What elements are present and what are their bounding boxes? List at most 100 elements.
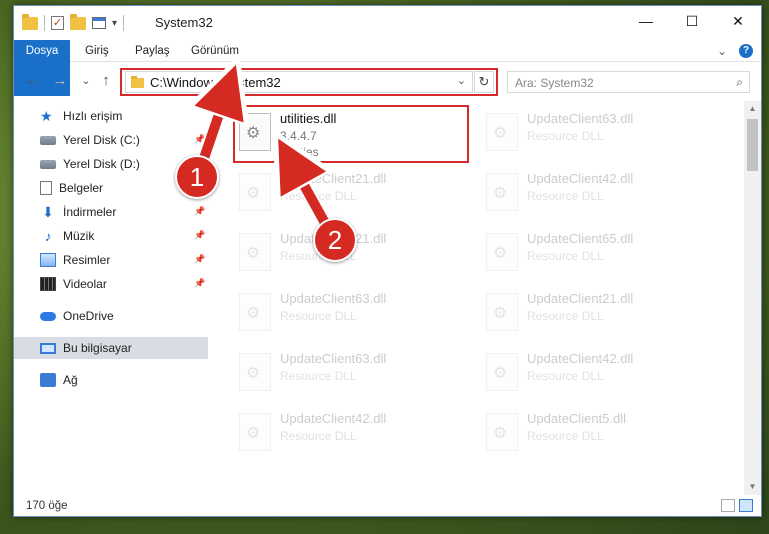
dll-file-icon [239, 173, 271, 211]
file-name: utilities.dll [280, 111, 337, 126]
address-bar[interactable]: C:\Windows\System32 ⌄ [125, 71, 473, 93]
file-type: Resource DLL [527, 429, 604, 443]
window-title: System32 [155, 15, 213, 30]
sidebar-item-onedrive[interactable]: OneDrive [14, 305, 208, 327]
file-type: Resource DLL [527, 309, 604, 323]
file-name: UpdateClient42.dll [280, 411, 387, 426]
quick-access-toolbar: ✓ ▾ [22, 13, 125, 31]
sidebar-item-pictures[interactable]: Resimler 📌 [14, 249, 208, 271]
file-item-utilities-dll[interactable]: utilities.dll 3.4.4.7 Utilities [235, 107, 465, 163]
sidebar-item-label: Müzik [63, 229, 95, 243]
file-type: Utilities [280, 145, 319, 159]
vertical-scrollbar[interactable]: ▲ ▼ [744, 101, 761, 495]
pictures-icon [40, 253, 56, 267]
file-list: utilities.dll 3.4.4.7 Utilities UpdateCl… [217, 101, 741, 486]
address-dropdown-icon[interactable]: ⌄ [457, 74, 466, 87]
search-placeholder: Ara: System32 [515, 76, 594, 90]
file-type: Resource DLL [280, 189, 357, 203]
file-type: Resource DLL [527, 369, 604, 383]
refresh-button[interactable]: ↻ [474, 71, 494, 93]
dll-file-icon [486, 413, 518, 451]
recent-locations-button[interactable]: ⌄ [76, 71, 96, 91]
file-item[interactable]: UpdateClient42.dll Resource DLL [482, 347, 712, 403]
sidebar-item-music[interactable]: ♪ Müzik 📌 [14, 225, 208, 247]
file-name: UpdateClient42.dll [527, 351, 634, 366]
minimize-button[interactable]: — [623, 6, 669, 36]
dll-file-icon [486, 113, 518, 151]
quick-access-dropdown-icon[interactable]: ▾ [112, 18, 117, 29]
title-bar: ✓ ▾ System32 — ☐ ✕ [14, 6, 761, 38]
file-item[interactable]: UpdateClient63.dll Resource DLL [482, 107, 712, 163]
new-folder-icon[interactable] [70, 13, 86, 30]
scroll-up-icon[interactable]: ▲ [744, 101, 761, 117]
navigation-pane: ★ Hızlı erişim Yerel Disk (C:) 📌 Yerel D… [14, 101, 208, 489]
pin-icon: 📌 [194, 230, 206, 240]
file-item[interactable]: UpdateClient5.dll Resource DLL [482, 407, 712, 463]
dll-file-icon [486, 353, 518, 391]
step-badge-2: 2 [313, 218, 357, 262]
scroll-down-icon[interactable]: ▼ [744, 479, 761, 495]
toolbar-divider [44, 15, 45, 31]
file-name: UpdateClient65.dll [527, 231, 634, 246]
dll-file-icon [486, 293, 518, 331]
file-item[interactable]: UpdateClient63.dll Resource DLL [235, 287, 465, 343]
large-icons-view-icon[interactable] [739, 499, 753, 512]
tab-view[interactable]: Görünüm [179, 40, 251, 62]
file-name: UpdateClient42.dll [527, 171, 634, 186]
sidebar-item-drive-c[interactable]: Yerel Disk (C:) 📌 [14, 129, 208, 151]
sidebar-item-network[interactable]: Ağ [14, 369, 208, 391]
sidebar-item-quick-access[interactable]: ★ Hızlı erişim [14, 105, 208, 127]
dll-file-icon [239, 293, 271, 331]
file-item[interactable]: UpdateClient65.dll Resource DLL [482, 227, 712, 283]
drive-icon [40, 159, 56, 169]
address-path: C:\Windows\System32 [150, 75, 281, 90]
file-item[interactable]: UpdateClient21.dll Resource DLL [235, 167, 465, 223]
help-icon[interactable]: ? [739, 44, 753, 58]
file-type: Resource DLL [527, 189, 604, 203]
pin-icon: 📌 [194, 254, 206, 264]
file-item[interactable]: UpdateClient21.dll Resource DLL [482, 287, 712, 343]
up-button[interactable]: ↑ [96, 71, 116, 91]
file-item[interactable]: UpdateClient42.dll Resource DLL [482, 167, 712, 223]
sidebar-item-label: Hızlı erişim [63, 109, 123, 123]
music-icon: ♪ [44, 228, 52, 244]
details-view-icon[interactable] [721, 499, 735, 512]
ribbon-tabs: Dosya Giriş Paylaş Görünüm ⌄ ? [14, 40, 761, 96]
folder-icon [131, 76, 144, 88]
search-input[interactable]: Ara: System32 ⌕ [507, 71, 750, 93]
status-bar: 170 öğe [14, 496, 761, 516]
file-name: UpdateClient63.dll [280, 291, 387, 306]
tab-home[interactable]: Giriş [73, 40, 121, 62]
sidebar-item-this-pc[interactable]: Bu bilgisayar [14, 337, 208, 359]
network-icon [40, 373, 56, 387]
file-version: 3.4.4.7 [280, 129, 317, 143]
this-pc-icon [40, 342, 56, 354]
forward-button[interactable]: → [50, 71, 70, 91]
scroll-thumb[interactable] [747, 119, 758, 171]
sidebar-item-label: Belgeler [59, 181, 104, 195]
file-explorer-window: ✓ ▾ System32 — ☐ ✕ Dosya Giriş Paylaş Gö… [13, 5, 762, 517]
sidebar-item-videos[interactable]: Videolar 📌 [14, 273, 208, 295]
customize-icon[interactable] [92, 17, 106, 29]
pin-icon: 📌 [194, 278, 206, 288]
navigation-bar: ← → ⌄ ↑ C:\Windows\System32 ⌄ ↻ Ara: Sys… [14, 65, 761, 97]
file-item[interactable]: UpdateClient42.dll Resource DLL [235, 407, 465, 463]
item-count: 170 öğe [26, 500, 68, 512]
tab-share[interactable]: Paylaş [123, 40, 182, 62]
onedrive-icon [40, 311, 56, 321]
sidebar-item-label: Ağ [63, 373, 78, 387]
file-name: UpdateClient63.dll [527, 111, 634, 126]
close-button[interactable]: ✕ [715, 6, 761, 36]
file-type: Resource DLL [280, 369, 357, 383]
file-item[interactable]: UpdateClient63.dll Resource DLL [235, 347, 465, 403]
file-type: Resource DLL [527, 129, 604, 143]
sidebar-item-downloads[interactable]: ⬇ İndirmeler 📌 [14, 201, 208, 223]
file-name: UpdateClient21.dll [527, 291, 634, 306]
documents-icon [40, 181, 52, 195]
properties-check-icon[interactable]: ✓ [51, 16, 64, 30]
search-icon[interactable]: ⌕ [736, 75, 743, 90]
expand-ribbon-icon[interactable]: ⌄ [717, 44, 727, 58]
dll-file-icon [239, 113, 271, 151]
back-button[interactable]: ← [22, 71, 42, 91]
maximize-button[interactable]: ☐ [669, 6, 715, 36]
